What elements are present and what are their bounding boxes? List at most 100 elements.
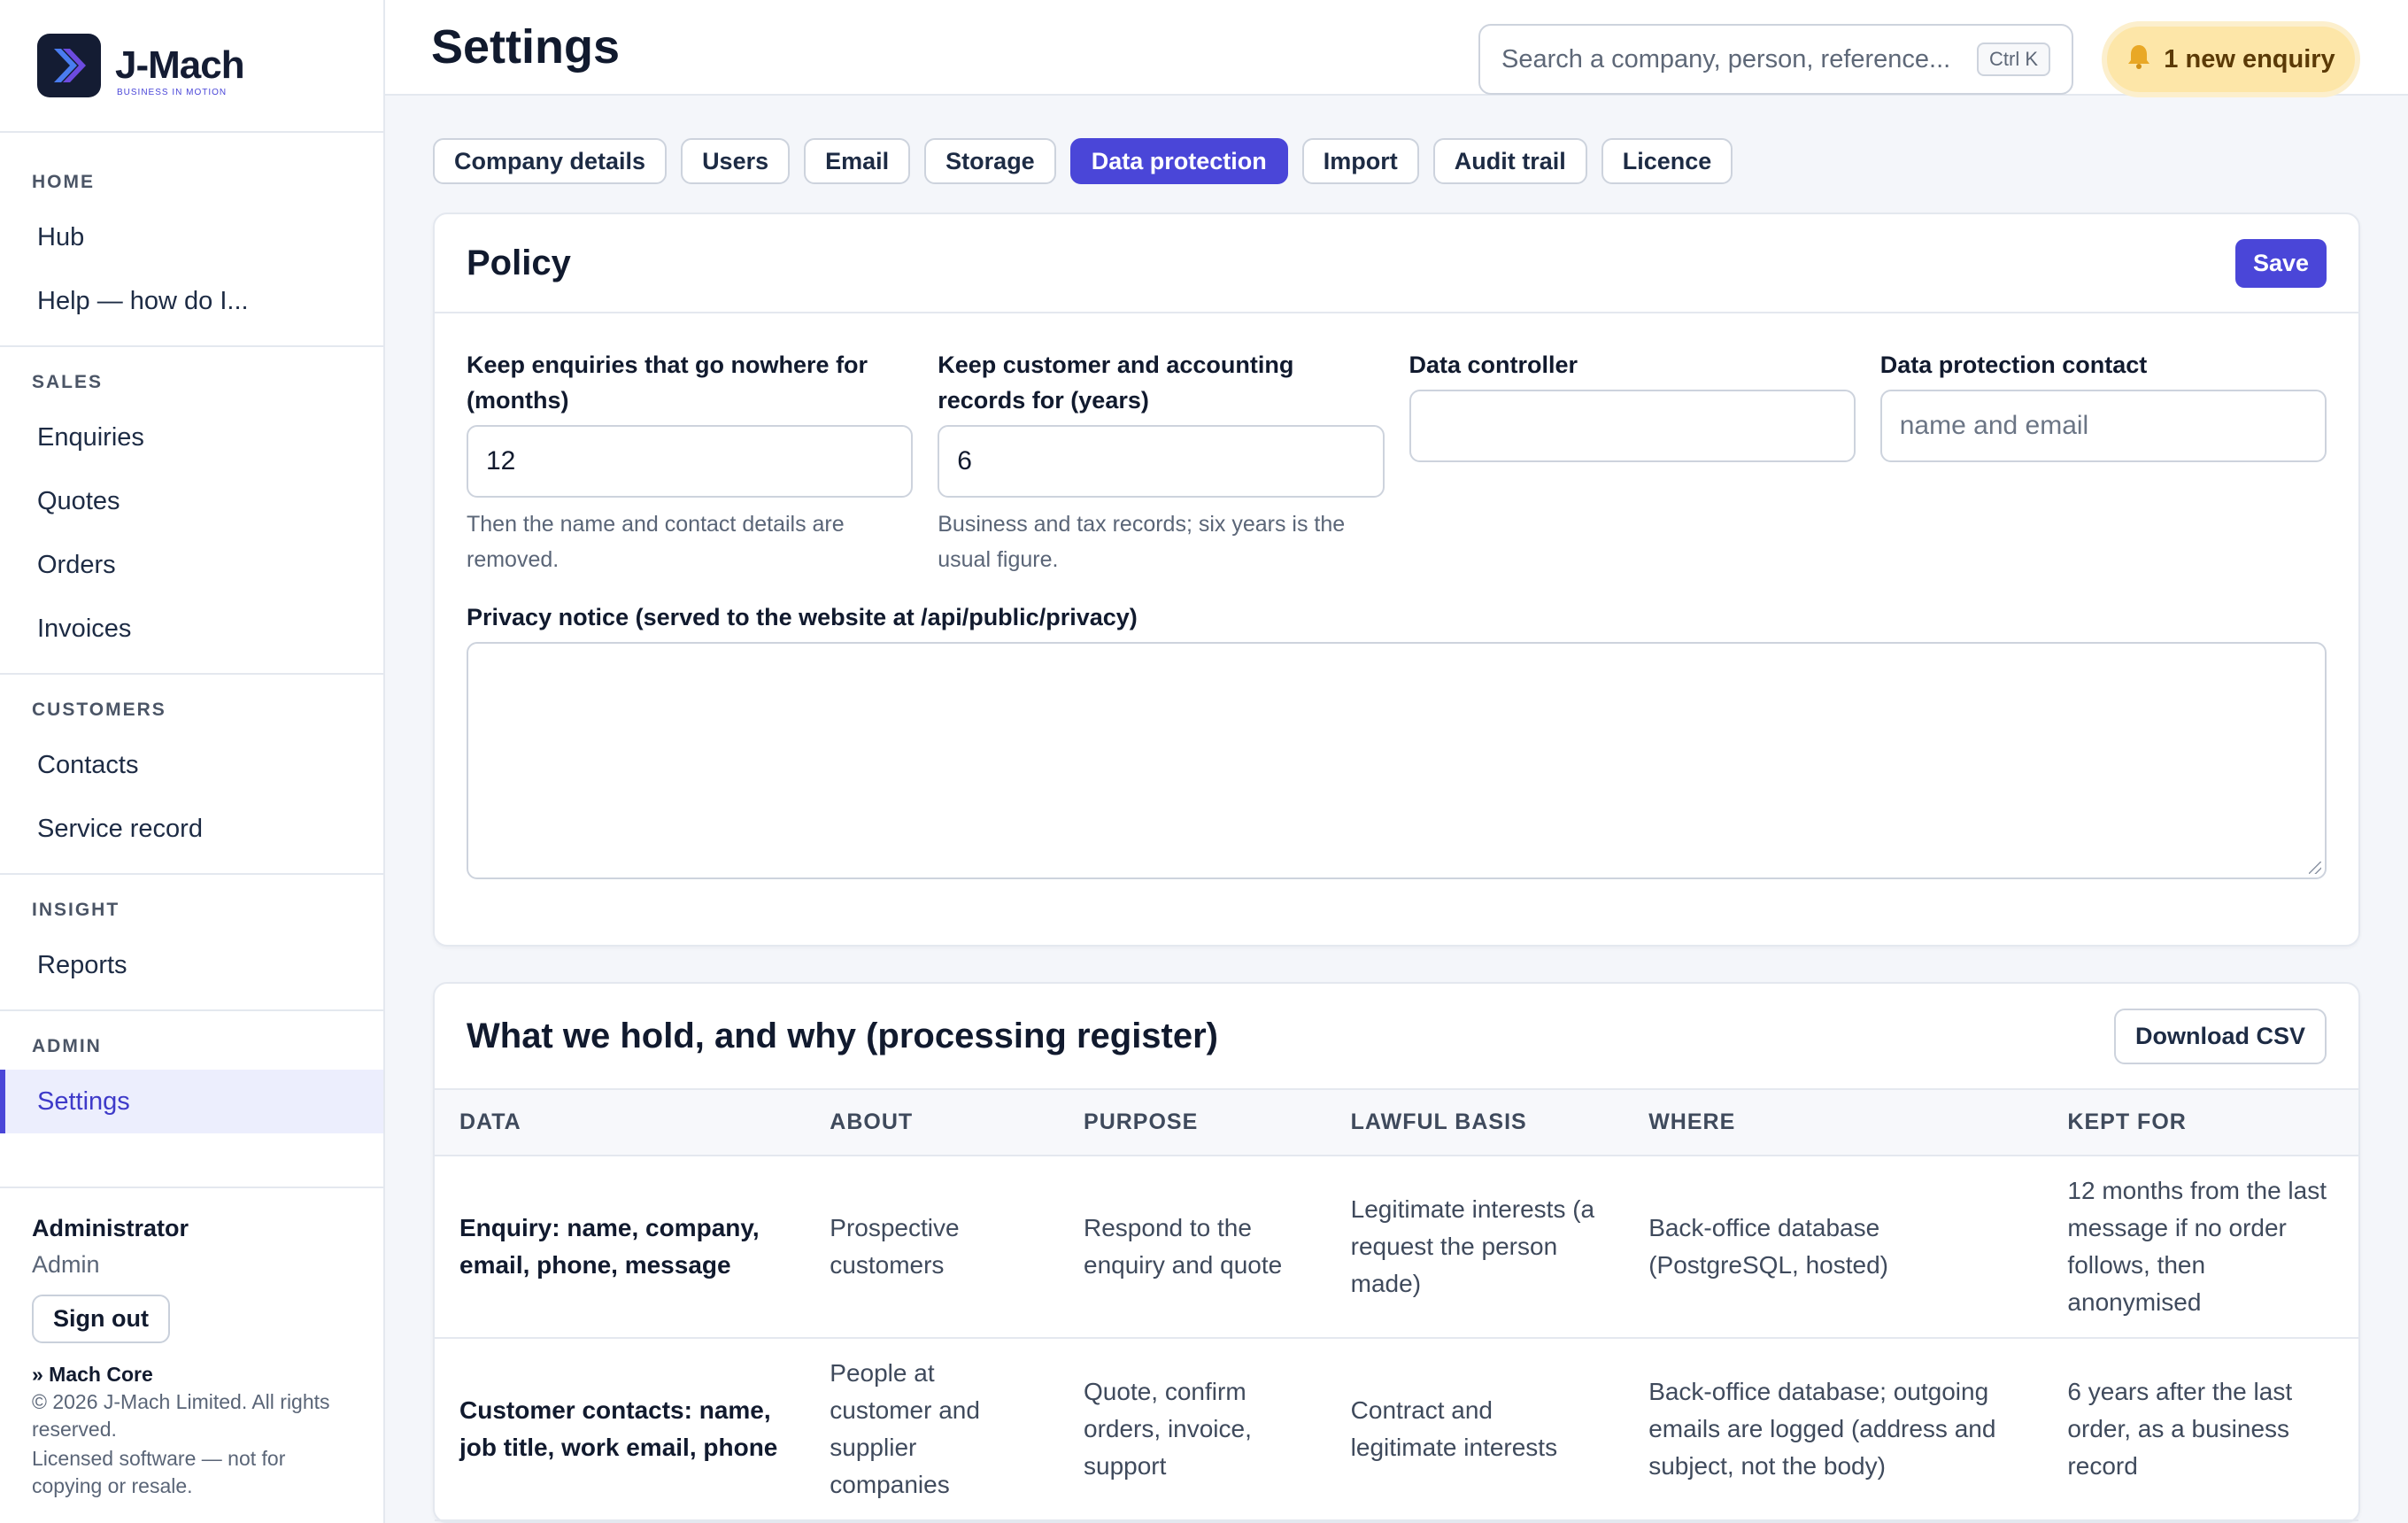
dp-contact-group: Data protection contact name and email <box>1879 347 2327 577</box>
policy-card: Policy Save Keep enquiries that go nowhe… <box>433 213 2360 947</box>
sidebar-item-settings[interactable]: Settings <box>0 1070 383 1133</box>
main: Settings Search a company, person, refer… <box>385 0 2408 1523</box>
tab-email[interactable]: Email <box>804 138 911 184</box>
sidebar-item-help[interactable]: Help — how do I... <box>0 269 383 333</box>
column-header: PURPOSE <box>1059 1090 1326 1156</box>
table-cell-purpose: Respond to the enquiry and quote <box>1059 1156 1326 1339</box>
user-role: Admin <box>32 1251 100 1278</box>
sidebar-footer: Administrator Admin Sign out » Mach Core… <box>0 1188 383 1500</box>
privacy-notice-label: Privacy notice (served to the website at… <box>467 604 1138 630</box>
table-cell-about: People at customer and supplier companie… <box>805 1338 1060 1521</box>
column-header: DATA <box>435 1090 806 1156</box>
table-header-row: DATA ABOUT PURPOSE LAWFUL BASIS WHERE KE… <box>435 1090 2358 1156</box>
brand-text: J-Mach BUSINESS IN MOTION <box>115 43 245 97</box>
register-title: What we hold, and why (processing regist… <box>467 1016 1219 1055</box>
download-csv-button[interactable]: Download CSV <box>2113 1008 2327 1064</box>
policy-title: Policy <box>467 243 571 282</box>
records-retention-field[interactable]: 6 <box>938 425 1385 498</box>
data-controller-group: Data controller <box>1409 347 1856 577</box>
sidebar-item-invoices[interactable]: Invoices <box>0 597 383 661</box>
table-cell-data: Customer contacts: name, job title, work… <box>435 1338 806 1521</box>
user-name: Administrator <box>32 1215 189 1241</box>
dp-contact-label: Data protection contact <box>1879 352 2148 378</box>
settings-content: Company details Users Email Storage Data… <box>385 96 2408 1523</box>
brand-name: J-Mach <box>115 43 245 87</box>
sidebar-item-reports[interactable]: Reports <box>0 933 383 997</box>
nav-section-title: ADMIN <box>32 1036 102 1056</box>
tab-licence[interactable]: Licence <box>1601 138 1733 184</box>
resize-handle-icon[interactable] <box>2309 862 2321 874</box>
tab-storage[interactable]: Storage <box>924 138 1056 184</box>
table-cell-basis: Contract and legitimate interests <box>1325 1338 1625 1521</box>
tab-company-details[interactable]: Company details <box>433 138 668 184</box>
nav-section-admin: ADMIN Settings <box>0 1011 383 1188</box>
table-row: Customer contacts: name, job title, work… <box>435 1338 2358 1521</box>
register-table: DATA ABOUT PURPOSE LAWFUL BASIS WHERE KE… <box>435 1090 2358 1521</box>
sidebar-item-hub[interactable]: Hub <box>0 205 383 269</box>
records-retention-hint: Business and tax records; six years is t… <box>938 512 1346 572</box>
records-retention-value: 6 <box>957 446 972 475</box>
search-input[interactable]: Search a company, person, reference... C… <box>1478 24 2073 95</box>
enquiry-retention-field[interactable]: 12 <box>467 425 914 498</box>
enquiry-retention-group: Keep enquiries that go nowhere for (mont… <box>467 347 914 577</box>
table-cell-purpose: Quote, confirm orders, invoice, support <box>1059 1338 1326 1521</box>
sidebar-item-contacts[interactable]: Contacts <box>0 733 383 797</box>
records-retention-label: Keep customer and accounting records for… <box>938 352 1294 414</box>
column-header: KEPT FOR <box>2042 1090 2358 1156</box>
column-header: WHERE <box>1624 1090 2043 1156</box>
search-placeholder: Search a company, person, reference... <box>1501 44 1951 73</box>
sidebar: J-Mach BUSINESS IN MOTION HOME Hub Help … <box>0 0 385 1523</box>
brand[interactable]: J-Mach BUSINESS IN MOTION <box>0 0 383 133</box>
nav-section-title: HOME <box>32 172 95 192</box>
app-root: J-Mach BUSINESS IN MOTION HOME Hub Help … <box>0 0 2408 1523</box>
nav-section-sales: SALES Enquiries Quotes Orders Invoices <box>0 347 383 675</box>
policy-fields: Keep enquiries that go nowhere for (mont… <box>467 347 2327 577</box>
nav-section-home: HOME Hub Help — how do I... <box>0 133 383 347</box>
data-controller-field[interactable] <box>1409 390 1856 462</box>
topbar: Settings Search a company, person, refer… <box>385 0 2408 97</box>
tab-import[interactable]: Import <box>1301 138 1419 184</box>
tab-users[interactable]: Users <box>681 138 791 184</box>
processing-register-card: What we hold, and why (processing regist… <box>433 982 2360 1523</box>
nav-section-title: CUSTOMERS <box>32 700 166 720</box>
column-header: LAWFUL BASIS <box>1325 1090 1625 1156</box>
settings-tabs: Company details Users Email Storage Data… <box>433 138 2360 184</box>
sidebar-item-orders[interactable]: Orders <box>0 533 383 597</box>
data-controller-label: Data controller <box>1409 352 1578 378</box>
new-enquiry-button[interactable]: 1 new enquiry <box>2102 21 2360 97</box>
privacy-notice-textarea[interactable] <box>467 642 2327 879</box>
nav-section-customers: CUSTOMERS Contacts Service record <box>0 675 383 875</box>
table-row: Enquiry: name, company, email, phone, me… <box>435 1156 2358 1339</box>
table-cell-basis: Legitimate interests (a request the pers… <box>1325 1156 1625 1339</box>
table-cell-kept: 12 months from the last message if no or… <box>2042 1156 2358 1339</box>
column-header: ABOUT <box>805 1090 1060 1156</box>
brand-tagline: BUSINESS IN MOTION <box>117 88 228 97</box>
register-card-header: What we hold, and why (processing regist… <box>435 984 2358 1090</box>
sign-out-button[interactable]: Sign out <box>32 1295 170 1343</box>
copyright-text: © 2026 J-Mach Limited. All rights reserv… <box>32 1390 330 1441</box>
table-cell-where: Back-office database (PostgreSQL, hosted… <box>1624 1156 2043 1339</box>
tab-audit-trail[interactable]: Audit trail <box>1432 138 1587 184</box>
nav-section-insight: INSIGHT Reports <box>0 875 383 1011</box>
bell-icon <box>2126 43 2151 76</box>
table-cell-about: Prospective customers <box>805 1156 1060 1339</box>
nav-section-title: SALES <box>32 372 104 392</box>
enquiry-badge-label: 1 new enquiry <box>2164 44 2335 73</box>
enquiry-retention-label: Keep enquiries that go nowhere for (mont… <box>467 352 868 414</box>
sidebar-item-service-record[interactable]: Service record <box>0 797 383 861</box>
chevron-logo-icon <box>37 34 101 97</box>
records-retention-group: Keep customer and accounting records for… <box>938 347 1385 577</box>
nav-section-title: INSIGHT <box>32 900 120 920</box>
policy-card-header: Policy Save <box>435 214 2358 313</box>
table-cell-data: Enquiry: name, company, email, phone, me… <box>435 1156 806 1339</box>
policy-form: Keep enquiries that go nowhere for (mont… <box>435 313 2358 945</box>
dp-contact-field[interactable]: name and email <box>1879 390 2327 462</box>
sidebar-item-enquiries[interactable]: Enquiries <box>0 406 383 469</box>
page-title: Settings <box>431 20 621 73</box>
sidebar-item-quotes[interactable]: Quotes <box>0 469 383 533</box>
save-button[interactable]: Save <box>2234 238 2327 288</box>
tab-data-protection[interactable]: Data protection <box>1069 138 1288 184</box>
search-shortcut-badge: Ctrl K <box>1977 43 2050 76</box>
table-cell-where: Back-office database; outgoing emails ar… <box>1624 1338 2043 1521</box>
licence-text: Licensed software — not for copying or r… <box>32 1447 286 1497</box>
